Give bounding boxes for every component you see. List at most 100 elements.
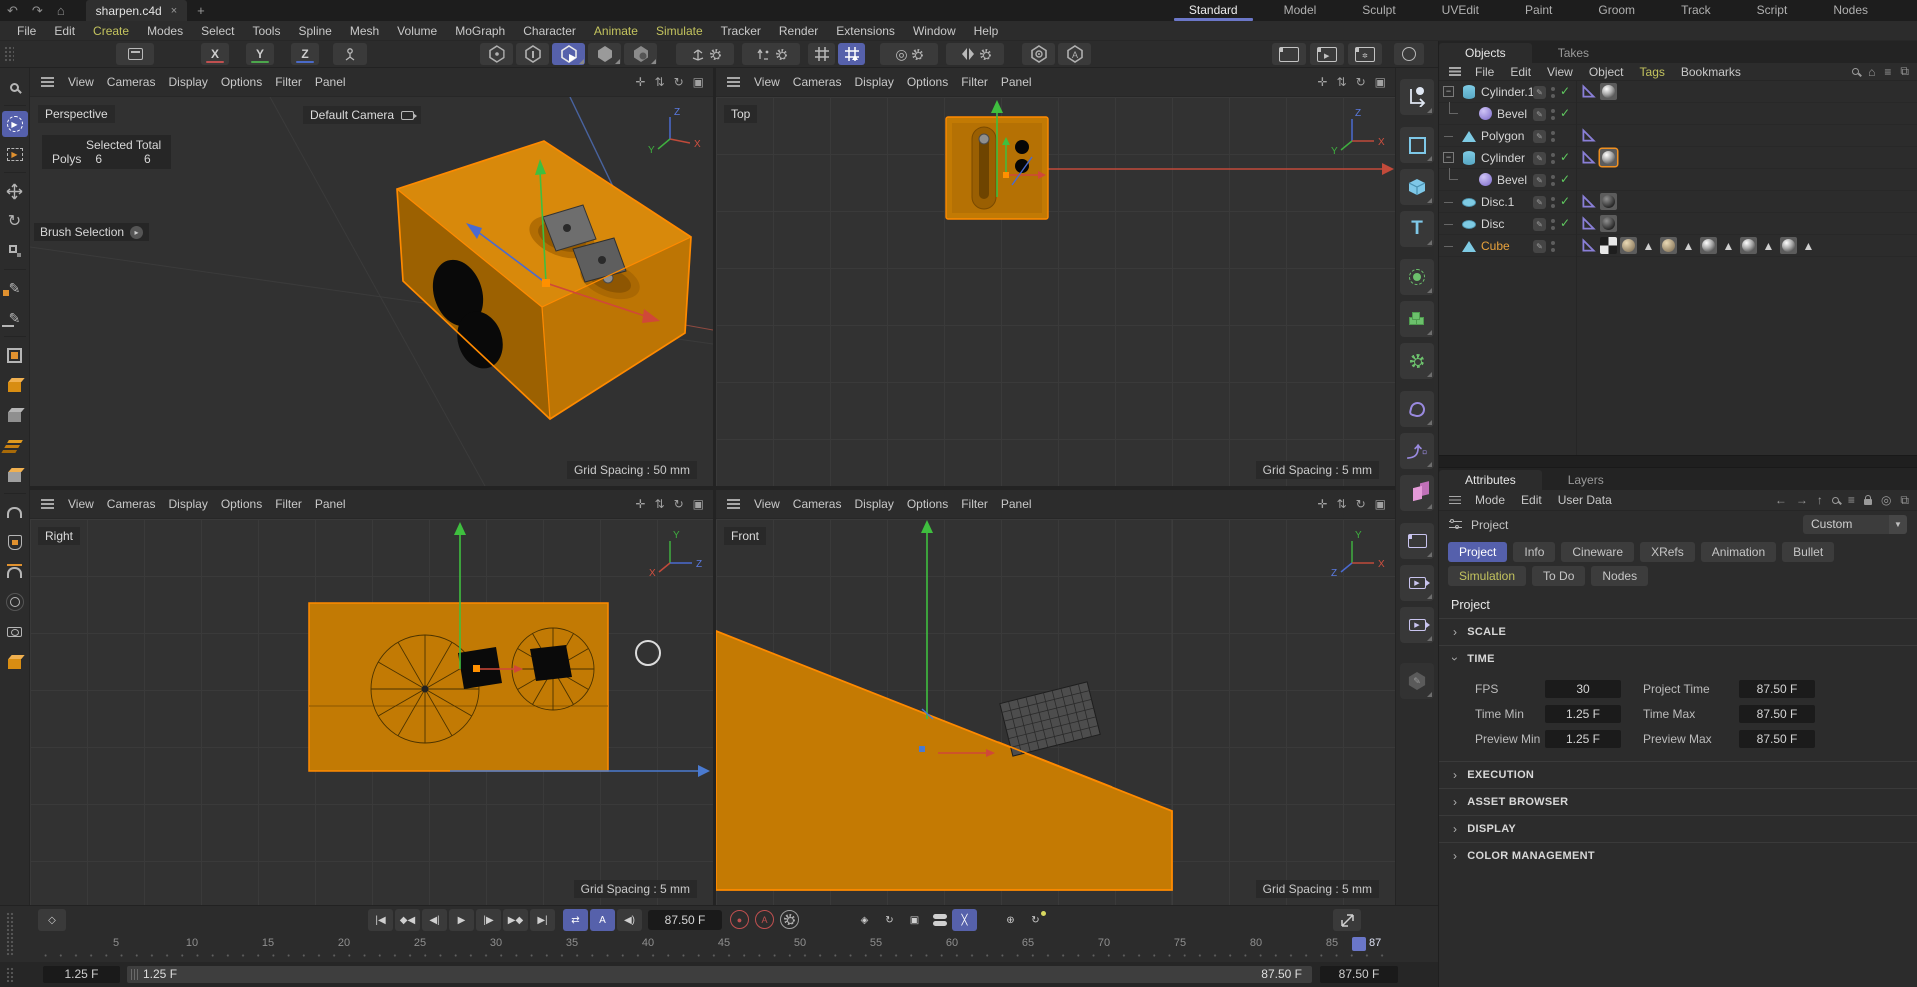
vp-menu-options[interactable]: Options [221,497,275,511]
mograph-palette-button[interactable] [1400,475,1434,511]
menu-character[interactable]: Character [514,24,585,38]
rectangle-selection-tool-button[interactable]: ▶ [2,141,28,167]
rotate-view-icon[interactable]: ↻ [674,497,684,511]
object-name[interactable]: Bevel [1497,173,1527,187]
phong-tag-icon[interactable] [1580,127,1597,144]
field-palette-button[interactable] [1400,259,1434,295]
texture-tag-icon[interactable] [1600,193,1617,210]
menu-tools[interactable]: Tools [243,24,289,38]
key-parameter-button[interactable] [927,909,952,931]
attributes-menu-edit[interactable]: Edit [1513,493,1550,507]
vp-menu-cameras[interactable]: Cameras [793,497,855,511]
subdivision-surface-button[interactable] [2,432,28,458]
vp-menu-options[interactable]: Options [907,75,961,89]
layout-tab-paint[interactable]: Paint [1502,0,1575,21]
visibility-dots[interactable] [1551,131,1555,135]
edit-tool-disabled-button[interactable]: ✎ [1400,663,1434,699]
edit-toggle-icon[interactable]: ✎ [1533,130,1546,143]
vp-menu-options[interactable]: Options [221,75,275,89]
camera-label[interactable]: Default Camera [303,106,421,124]
preset-value[interactable]: Custom [1803,515,1889,534]
plane-primitive-button[interactable] [2,342,28,368]
category-bullet[interactable]: Bullet [1782,542,1834,562]
object-row-bevel[interactable]: Bevel ✎ ✓ [1439,103,1917,125]
vp-menu-filter[interactable]: Filter [275,75,315,89]
category-animation[interactable]: Animation [1701,542,1776,562]
menu-mograph[interactable]: MoGraph [446,24,514,38]
vp-menu-panel[interactable]: Panel [315,75,359,89]
forward-icon[interactable]: → [1796,493,1808,507]
pan-view-icon[interactable]: ✛ [1317,497,1327,511]
camera-object-button[interactable] [2,619,28,645]
symmetry-settings-icon[interactable] [980,49,991,60]
timeline-ruler[interactable]: 5 10 15 20 25 30 35 40 45 50 55 60 65 70… [0,935,1438,963]
up-icon[interactable]: ↑ [1817,493,1823,507]
menu-tracker[interactable]: Tracker [712,24,770,38]
object-name-selected[interactable]: Cube [1481,239,1510,253]
grid-button[interactable] [808,43,835,65]
texture-tag-icon[interactable] [1700,237,1717,254]
objects-menu-icon[interactable] [1449,67,1461,69]
layout-tab-sculpt[interactable]: Sculpt [1339,0,1418,21]
loop-playback-button[interactable]: ⇄ [563,909,588,931]
menu-mesh[interactable]: Mesh [341,24,388,38]
next-key-button[interactable]: ▶◆ [503,909,528,931]
render-view-button[interactable] [1272,43,1306,65]
text-object-palette-button[interactable]: T [1400,211,1434,247]
selection-tag-icon[interactable]: ▲ [1800,237,1817,254]
vp-menu-panel[interactable]: Panel [1001,75,1045,89]
object-name[interactable]: Cylinder [1481,151,1525,165]
viewport-menu-icon[interactable] [41,499,54,501]
keyframe-selection-button[interactable]: ↻ [1023,909,1048,931]
attributes-menu-mode[interactable]: Mode [1467,493,1513,507]
menu-help[interactable]: Help [965,24,1008,38]
track-icon[interactable]: ◎ [1881,493,1891,507]
texture-tag-icon[interactable] [1780,237,1797,254]
menu-file[interactable]: File [8,24,45,38]
vp-menu-view[interactable]: View [754,497,793,511]
workplane-mode-button[interactable] [1022,43,1055,65]
range-end-field[interactable]: 87.50 F [1320,966,1398,983]
enabled-check-icon[interactable]: ✓ [1560,216,1570,230]
points-mode-button[interactable] [480,43,513,65]
home-icon[interactable]: ⌂ [1868,65,1875,79]
edit-toggle-icon[interactable]: ✎ [1533,86,1546,99]
detach-icon[interactable]: ⧉ [1900,493,1909,508]
key-pla-button[interactable]: ╳ [952,909,977,931]
chevron-down-icon[interactable]: ▼ [1889,515,1907,534]
menu-animate[interactable]: Animate [585,24,647,38]
right-canvas[interactable]: Right Grid Spacing : 5 mm [30,519,713,905]
new-tab-button[interactable]: + [197,3,205,18]
snapping-target-button[interactable]: ◎ [880,43,938,65]
move-tool-button[interactable] [2,178,28,204]
rotate-tool-button[interactable]: ↻ [2,208,28,234]
tab-takes[interactable]: Takes [1532,43,1615,63]
visibility-dots[interactable] [1551,219,1555,223]
search-icon[interactable] [1832,497,1839,504]
preview-min-field[interactable]: 1.25 F [1545,730,1621,748]
rotate-view-icon[interactable]: ↻ [1356,75,1366,89]
layout-tab-uvedit[interactable]: UVEdit [1419,0,1502,21]
volume-builder-palette-button[interactable] [1400,301,1434,337]
object-name[interactable]: Disc.1 [1481,195,1514,209]
rotate-view-icon[interactable]: ↻ [674,75,684,89]
dolly-view-icon[interactable]: ⇅ [655,75,665,89]
edit-toggle-icon[interactable]: ✎ [1533,218,1546,231]
menu-create[interactable]: Create [84,24,138,38]
enabled-check-icon[interactable]: ✓ [1560,172,1570,186]
search-tool-button[interactable] [2,74,28,100]
key-position-button[interactable]: ◈ [852,909,877,931]
category-info[interactable]: Info [1513,542,1555,562]
maximize-view-icon[interactable]: ▣ [1375,75,1386,89]
menu-extensions[interactable]: Extensions [827,24,904,38]
phong-tag-icon[interactable] [1580,193,1597,210]
back-icon[interactable]: ← [1775,493,1787,507]
vp-menu-options[interactable]: Options [907,497,961,511]
bevel-tool-button[interactable] [2,402,28,428]
objects-menu-tags[interactable]: Tags [1632,65,1673,79]
texture-tag-icon[interactable] [1620,237,1637,254]
visibility-dots[interactable] [1551,175,1555,179]
enabled-check-icon[interactable]: ✓ [1560,84,1570,98]
layout-tab-track[interactable]: Track [1658,0,1734,21]
viewport-menu-icon[interactable] [41,77,54,79]
